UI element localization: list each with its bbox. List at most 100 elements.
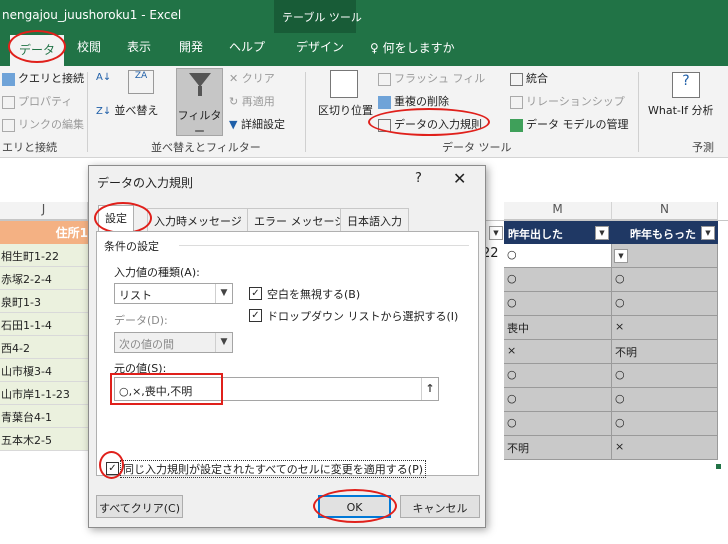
address-cell[interactable]: 山市岸1-1-23 — [0, 382, 88, 405]
tell-me-box[interactable]: ♀ 何をしますか — [370, 39, 455, 56]
sent-cell[interactable]: ○ — [504, 292, 612, 316]
received-cell[interactable]: ○ — [612, 364, 718, 388]
address-cell[interactable]: 石田1-1-4 — [0, 313, 88, 336]
text-to-columns-button[interactable]: 区切り位置 — [318, 102, 373, 118]
received-cell[interactable]: ○ — [612, 412, 718, 436]
address-cell[interactable]: 青葉台4-1 — [0, 405, 88, 428]
cancel-button[interactable]: キャンセル — [400, 495, 480, 518]
edit-links-button[interactable]: リンクの編集 — [2, 116, 84, 132]
collapse-dialog-icon[interactable]: ↑ — [421, 378, 438, 400]
reapply-filter-button[interactable]: ↻ 再適用 — [229, 93, 275, 109]
chevron-down-icon: ▼ — [215, 284, 232, 303]
consolidate-button[interactable]: 統合 — [510, 70, 548, 86]
section-divider — [179, 245, 469, 246]
reapply-icon: ↻ — [229, 95, 242, 108]
sent-cell[interactable]: ○ — [504, 412, 612, 436]
address-cell[interactable]: 泉町1-3 — [0, 290, 88, 313]
ribbon-separator — [305, 72, 306, 152]
sort-button[interactable]: Z↓ 並べ替え — [96, 102, 158, 118]
tab-view[interactable]: 表示 — [127, 38, 151, 55]
address-cell[interactable]: 西4-2 — [0, 336, 88, 359]
sent-cell[interactable]: ○ — [504, 388, 612, 412]
ignore-blank-checkbox[interactable]: ✓ — [249, 287, 262, 300]
tab-input-message[interactable]: 入力時メッセージ — [147, 208, 249, 231]
column-header-m[interactable]: M — [504, 202, 612, 220]
clear-all-button[interactable]: すべてクリア(C) — [96, 495, 183, 518]
received-cell[interactable]: ○ — [612, 388, 718, 412]
advanced-filter-button[interactable]: ▼ 詳細設定 — [229, 116, 285, 132]
cell-dropdown-icon[interactable]: ▼ — [614, 249, 628, 263]
received-cell[interactable]: × — [612, 436, 718, 460]
ignore-blank-label: 空白を無視する(B) — [267, 288, 361, 301]
group-label-data-tools: データ ツール — [442, 141, 512, 154]
properties-button[interactable]: プロパティ — [2, 93, 72, 109]
link-icon — [2, 118, 15, 132]
properties-icon — [2, 95, 15, 109]
sent-cell[interactable]: 不明 — [504, 436, 612, 460]
address-cell[interactable]: 山市榎3-4 — [0, 359, 88, 382]
queries-connections-button[interactable]: クエリと接続 — [2, 70, 84, 86]
received-cell[interactable]: 不明 — [612, 340, 718, 364]
allow-select[interactable]: リスト ▼ — [114, 283, 233, 304]
what-if-analysis-button[interactable]: What-If 分析 — [648, 102, 713, 118]
tab-review[interactable]: 校閲 — [77, 38, 101, 55]
sort-za-icon: Z↓ — [96, 106, 115, 117]
tab-design[interactable]: デザイン — [296, 38, 344, 55]
filter-button[interactable]: フィルター — [176, 68, 223, 138]
close-button[interactable]: ✕ — [453, 169, 466, 188]
tab-ime-mode[interactable]: 日本語入力 — [340, 208, 409, 231]
sent-cell[interactable]: ○ — [504, 244, 612, 268]
sort-az-icon[interactable]: A↓ — [96, 72, 111, 83]
in-cell-dropdown-label: ドロップダウン リストから選択する(I) — [267, 310, 459, 323]
help-button[interactable]: ? — [415, 171, 422, 186]
funnel-icon — [189, 73, 211, 87]
relationships-icon — [510, 95, 523, 109]
sent-cell[interactable]: ○ — [504, 268, 612, 292]
clear-icon: ✕ — [229, 72, 242, 85]
filter-dropdown-icon[interactable]: ▼ — [489, 226, 503, 240]
remove-duplicates-icon — [378, 95, 391, 109]
what-if-icon: ? — [672, 72, 700, 98]
tab-help[interactable]: ヘルプ — [229, 38, 265, 55]
funnel-stem-icon — [198, 86, 202, 96]
chevron-down-icon: ▼ — [215, 333, 232, 352]
filter-dropdown-icon[interactable]: ▼ — [595, 226, 609, 240]
clear-filter-button[interactable]: ✕ クリア — [229, 70, 275, 86]
sent-cell[interactable]: ○ — [504, 364, 612, 388]
context-tab-group-label: テーブル ツール — [282, 11, 362, 24]
sent-cell[interactable]: 喪中 — [504, 316, 612, 340]
data-operator-select[interactable]: 次の値の間 ▼ — [114, 332, 233, 353]
remove-duplicates-button[interactable]: 重複の削除 — [378, 93, 449, 109]
criteria-section-label: 条件の設定 — [104, 240, 159, 253]
address-cell[interactable]: 相生町1-22 — [0, 244, 88, 267]
address-cell[interactable]: 赤塚2-2-4 — [0, 267, 88, 290]
annotation-circle-apply-all — [99, 451, 124, 479]
title-bar: nengajou_juushoroku1 - Excel — [0, 0, 728, 33]
table-header-address[interactable]: 住所1 — [0, 221, 88, 244]
column-header-n[interactable]: N — [612, 202, 718, 220]
address-cell[interactable]: 五本木2-5 — [0, 428, 88, 451]
ribbon: クエリと接続 プロパティ リンクの編集 エリと接続 A↓ ZA Z↓ 並べ替え … — [0, 66, 728, 158]
filter-label: フィルター — [177, 109, 222, 138]
tab-error-alert[interactable]: エラー メッセージ — [247, 208, 353, 231]
received-cell[interactable]: ○ — [612, 268, 718, 292]
received-cell[interactable]: ○ — [612, 292, 718, 316]
consolidate-icon — [510, 72, 523, 86]
group-label-connections: エリと接続 — [2, 141, 57, 154]
received-cell[interactable]: ▼ — [612, 244, 718, 268]
data-validation-dialog: データの入力規則 ? ✕ 設定 入力時メッセージ エラー メッセージ 日本語入力… — [88, 165, 486, 528]
sent-cell[interactable]: × — [504, 340, 612, 364]
tab-developer[interactable]: 開発 — [179, 38, 203, 55]
flash-fill-button[interactable]: フラッシュ フィル — [378, 70, 485, 86]
fill-handle[interactable] — [716, 464, 721, 469]
lightbulb-icon: ♀ — [370, 41, 379, 55]
flash-fill-icon — [378, 72, 391, 86]
received-cell[interactable]: × — [612, 316, 718, 340]
column-header-j[interactable]: J — [0, 202, 88, 220]
filter-dropdown-icon[interactable]: ▼ — [701, 226, 715, 240]
sort-dialog-icon[interactable]: ZA — [128, 70, 154, 94]
manage-data-model-button[interactable]: データ モデルの管理 — [510, 116, 629, 132]
relationships-button[interactable]: リレーションシップ — [510, 93, 625, 109]
in-cell-dropdown-checkbox[interactable]: ✓ — [249, 309, 262, 322]
data-label: データ(D): — [114, 314, 168, 327]
